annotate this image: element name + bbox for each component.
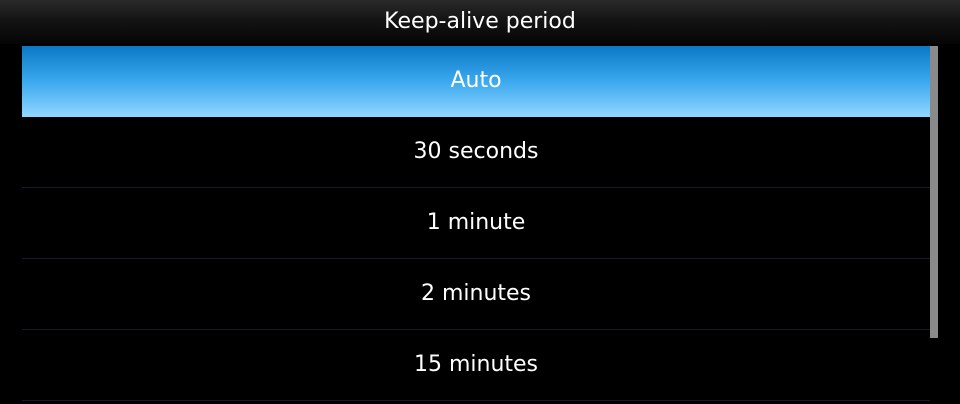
- list-item-30-seconds[interactable]: 30 seconds: [22, 117, 930, 188]
- list-item-label: Auto: [450, 68, 502, 93]
- list-item-label: 15 minutes: [413, 352, 539, 377]
- dialog-title: Keep-alive period: [384, 9, 576, 34]
- options-list[interactable]: Auto 30 seconds 1 minute 2 minutes 15 mi…: [22, 46, 930, 404]
- list-item-label: 30 seconds: [413, 139, 539, 164]
- list-item-auto[interactable]: Auto: [22, 46, 930, 117]
- scrollbar[interactable]: [930, 46, 938, 338]
- dialog-title-bar: Keep-alive period: [0, 0, 960, 44]
- list-item-label: 1 minute: [426, 210, 526, 235]
- list-item-1-minute[interactable]: 1 minute: [22, 188, 930, 259]
- list-item-15-minutes[interactable]: 15 minutes: [22, 330, 930, 401]
- list-item-2-minutes[interactable]: 2 minutes: [22, 259, 930, 330]
- list-item-label: 2 minutes: [420, 281, 532, 306]
